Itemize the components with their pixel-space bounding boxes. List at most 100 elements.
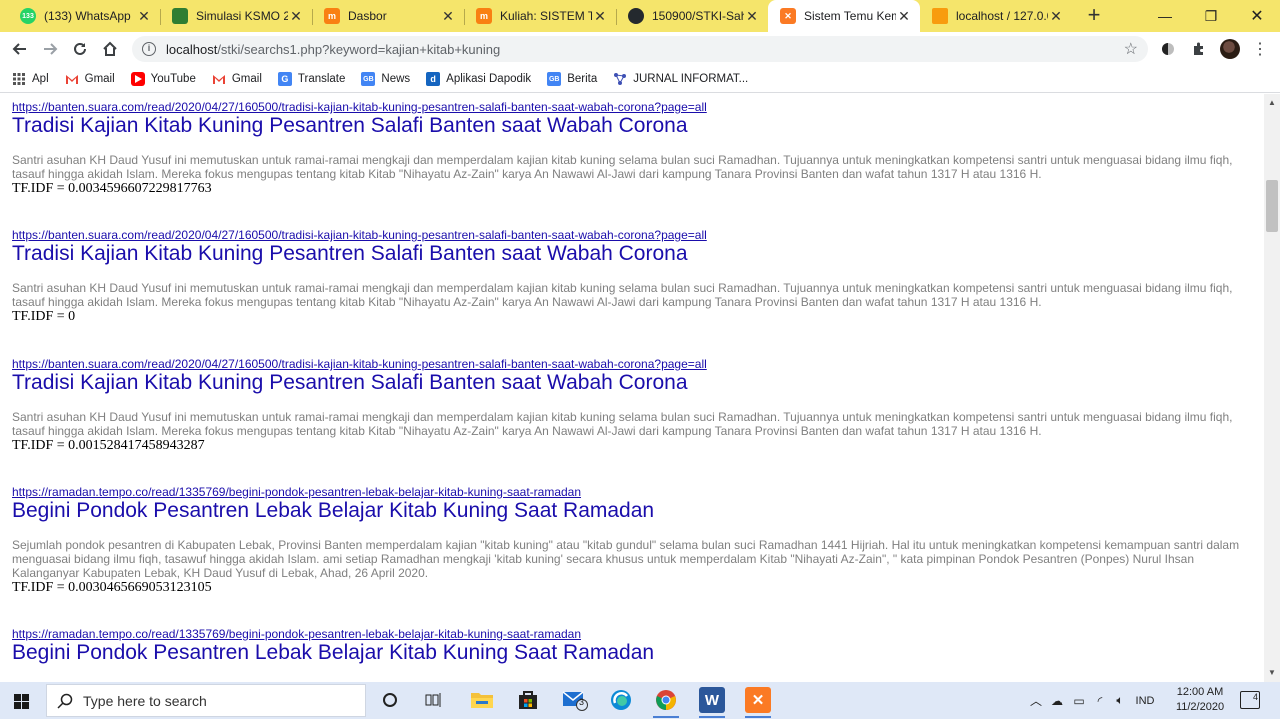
bookmark-aplikasi-dapodik[interactable]: d Aplikasi Dapodik (426, 72, 531, 86)
tab-strip: 133 (133) WhatsApp ✕ Simulasi KSMO 20 ✕ … (0, 0, 1280, 32)
result-tfidf-score: TF.IDF = 0 (12, 309, 76, 324)
minimize-button[interactable]: — (1142, 0, 1188, 32)
close-tab-icon[interactable]: ✕ (288, 8, 304, 24)
mail-icon[interactable]: 3 (562, 687, 588, 713)
gmail-icon (65, 72, 79, 86)
close-window-button[interactable]: ✕ (1234, 0, 1280, 32)
new-tab-button[interactable]: + (1082, 4, 1106, 28)
apps-grid-icon (12, 72, 26, 86)
moodle-icon: m (476, 8, 492, 24)
bookmark-translate[interactable]: G Translate (277, 72, 346, 86)
bookmark-gmail-2[interactable]: Gmail (212, 72, 262, 86)
scrollbar-thumb[interactable] (1266, 180, 1278, 232)
result-title-link[interactable]: Begini Pondok Pesantren Lebak Belajar Ki… (12, 499, 1258, 523)
youtube-icon (130, 72, 145, 86)
result-title-link[interactable]: Tradisi Kajian Kitab Kuning Pesantren Sa… (12, 242, 1258, 266)
chrome-browser-icon[interactable] (653, 687, 679, 718)
site-info-icon[interactable]: i (142, 42, 156, 56)
close-tab-icon[interactable]: ✕ (1048, 8, 1064, 24)
battery-icon[interactable]: ▭ (1068, 694, 1090, 708)
task-view-icon[interactable] (421, 687, 447, 713)
tab-title: Simulasi KSMO 20 (196, 9, 288, 23)
result-url-link[interactable]: https://banten.suara.com/read/2020/04/27… (12, 228, 1258, 242)
scroll-up-arrow-icon[interactable]: ▲ (1264, 96, 1280, 110)
windows-start-button[interactable] (8, 690, 36, 712)
result-url-link[interactable]: https://banten.suara.com/read/2020/04/27… (12, 357, 1258, 371)
tab-kuliah[interactable]: m Kuliah: SISTEM TE ✕ (464, 0, 616, 32)
close-tab-icon[interactable]: ✕ (136, 8, 152, 24)
result-url-link[interactable]: https://banten.suara.com/read/2020/04/27… (12, 100, 1258, 114)
home-button[interactable] (97, 36, 123, 62)
cortana-icon[interactable] (377, 687, 403, 713)
file-explorer-icon[interactable] (469, 687, 495, 713)
result-tfidf-score: TF.IDF = 0.001528417458943287 (12, 438, 205, 453)
volume-icon[interactable]: 🔈︎ (1110, 693, 1130, 708)
dapodik-icon: d (426, 72, 441, 86)
search-result: https://ramadan.tempo.co/read/1335769/be… (12, 485, 1258, 596)
bookmark-label: News (381, 73, 411, 85)
close-tab-icon[interactable]: ✕ (896, 8, 912, 24)
tab-github[interactable]: 150900/STKI-Sahr ✕ (616, 0, 768, 32)
tab-title: (133) WhatsApp (44, 9, 131, 23)
taskbar-search-input[interactable]: Type here to search (46, 684, 366, 717)
bookmark-news[interactable]: GB News (361, 72, 410, 86)
page-content: https://banten.suara.com/read/2020/04/27… (0, 94, 1264, 682)
microsoft-store-icon[interactable] (515, 687, 541, 713)
dark-mode-extension-icon[interactable] (1158, 39, 1178, 59)
address-bar[interactable]: i localhost/stki/searchs1.php?keyword=ka… (132, 36, 1148, 62)
maximize-button[interactable]: ❐ (1188, 0, 1234, 32)
wifi-icon[interactable]: ◜ (1090, 694, 1110, 708)
address-url[interactable]: localhost/stki/searchs1.php?keyword=kaji… (166, 42, 1124, 57)
close-tab-icon[interactable]: ✕ (440, 8, 456, 24)
search-icon (57, 693, 73, 713)
tab-whatsapp[interactable]: 133 (133) WhatsApp ✕ (8, 0, 160, 32)
github-icon (628, 8, 644, 24)
clock-time: 12:00 AM (1176, 686, 1224, 698)
result-title-link[interactable]: Begini Pondok Pesantren Lebak Belajar Ki… (12, 641, 1258, 665)
result-title-link[interactable]: Tradisi Kajian Kitab Kuning Pesantren Sa… (12, 114, 1258, 138)
taskbar-clock[interactable]: 12:00 AM 11/2/2020 (1172, 685, 1228, 715)
xampp-icon[interactable]: ✕ (745, 687, 771, 718)
bookmark-label: Apl (32, 73, 49, 85)
profile-avatar[interactable] (1220, 39, 1240, 59)
result-description: Santri asuhan KH Daud Yusuf ini memutusk… (12, 281, 1233, 309)
search-placeholder: Type here to search (83, 692, 207, 709)
onedrive-cloud-icon[interactable]: ☁ (1046, 694, 1068, 708)
back-button[interactable] (7, 36, 33, 62)
action-center-notification-icon[interactable]: 4 (1240, 691, 1260, 709)
jurnal-icon (613, 72, 627, 86)
word-icon[interactable]: W (699, 687, 725, 718)
tab-simulasi-ksmo[interactable]: Simulasi KSMO 20 ✕ (160, 0, 312, 32)
bookmark-star-icon[interactable]: ☆ (1124, 39, 1138, 59)
close-tab-icon[interactable]: ✕ (592, 8, 608, 24)
result-title-link[interactable]: Tradisi Kajian Kitab Kuning Pesantren Sa… (12, 371, 1258, 395)
bookmark-berita[interactable]: GB Berita (547, 72, 597, 86)
bookmark-label: Translate (297, 73, 346, 85)
extensions-puzzle-icon[interactable] (1189, 39, 1209, 59)
chrome-menu-icon[interactable]: ⋮ (1250, 39, 1270, 59)
bookmark-label: Berita (567, 73, 598, 85)
tab-phpmyadmin[interactable]: localhost / 127.0.0 ✕ (920, 0, 1072, 32)
page-scrollbar[interactable]: ▲ ▼ (1264, 94, 1280, 682)
bookmark-gmail[interactable]: Gmail (65, 72, 115, 86)
tab-sistem-temu-kembali[interactable]: ✕ Sistem Temu Kem ✕ (768, 0, 920, 32)
close-tab-icon[interactable]: ✕ (744, 8, 760, 24)
forward-button[interactable] (37, 36, 63, 62)
input-language-indicator[interactable]: IND (1130, 695, 1160, 707)
bookmark-apps[interactable]: Apl (12, 72, 49, 86)
tab-title: Sistem Temu Kem (804, 9, 896, 23)
show-hidden-icons-chevron-icon[interactable]: ︿ (1026, 692, 1046, 709)
bookmark-jurnal-informatika[interactable]: JURNAL INFORMAT... (613, 72, 748, 86)
result-url-link[interactable]: https://ramadan.tempo.co/read/1335769/be… (12, 627, 1258, 641)
bookmark-youtube[interactable]: YouTube (130, 72, 196, 86)
result-url-link[interactable]: https://ramadan.tempo.co/read/1335769/be… (12, 485, 1258, 499)
bookmark-label: YouTube (150, 73, 196, 85)
tab-title: Kuliah: SISTEM TE (500, 9, 592, 23)
reload-button[interactable] (67, 36, 93, 62)
search-result: https://ramadan.tempo.co/read/1335769/be… (12, 627, 1258, 665)
news-icon: GB (361, 72, 376, 86)
edge-browser-icon[interactable] (608, 687, 634, 713)
tab-dasbor[interactable]: m Dasbor ✕ (312, 0, 464, 32)
scroll-down-arrow-icon[interactable]: ▼ (1264, 666, 1280, 680)
mail-badge: 3 (579, 697, 585, 707)
